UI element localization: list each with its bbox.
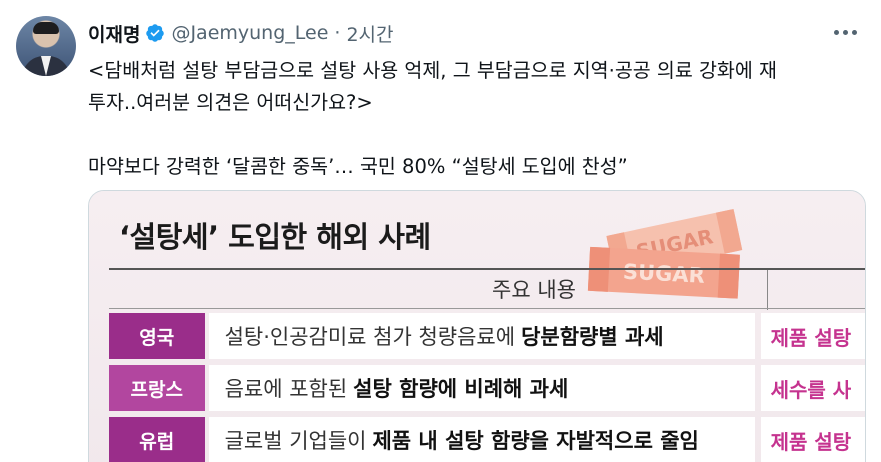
country-cell: 영국 [109, 313, 205, 359]
tweet-text-line: 마약보다 강력한 ‘달콤한 중독’… 국민 80% “설탕세 도입에 찬성” [88, 155, 628, 178]
tweet-text-line: 투자..여러분 의견은 어떠신가요?> [88, 91, 373, 114]
description-emphasis: 당분함량별 과세 [521, 325, 664, 349]
country-cell: 유럽 [109, 417, 205, 462]
more-options-icon[interactable] [825, 18, 865, 46]
description-text: 글로벌 기업들이 [224, 429, 367, 453]
avatar-hair [33, 22, 59, 34]
verified-badge-icon [146, 24, 165, 42]
table-row: 유럽 글로벌 기업들이 제품 내 설탕 함량을 자발적으로 줄임 제품 설탕 [109, 417, 865, 462]
description-emphasis: 설탕 함량에 비례해 과세 [353, 377, 569, 401]
description-cell: 글로벌 기업들이 제품 내 설탕 함량을 자발적으로 줄임 [208, 417, 755, 462]
infographic-image: ‘설탕세’ 도입한 해외 사례 SUGAR SUGAR 주요 내용 영국 설탕·… [89, 191, 865, 462]
table-row: 영국 설탕·인공감미료 첨가 청량음료에 당분함량별 과세 제품 설탕 [109, 313, 865, 359]
header-separator: · [334, 22, 341, 44]
column-divider [767, 270, 768, 310]
author-name[interactable]: 이재명 [88, 20, 140, 47]
tweet-timestamp[interactable]: 2시간 [346, 20, 393, 47]
table-top-rule [109, 268, 865, 270]
more-dot [833, 29, 839, 35]
column-header: 주요 내용 [492, 278, 576, 302]
author-avatar[interactable] [16, 16, 76, 76]
result-cell: 제품 설탕 [760, 313, 865, 359]
more-dot [842, 29, 848, 35]
description-cell: 설탕·인공감미료 첨가 청량음료에 당분함량별 과세 [208, 313, 755, 359]
table-row: 프랑스 음료에 포함된 설탕 함량에 비례해 과세 세수를 사 [109, 365, 865, 411]
infographic-title: ‘설탕세’ 도입한 해외 사례 [119, 220, 431, 254]
author-handle[interactable]: @Jaemyung_Lee [171, 22, 328, 44]
description-cell: 음료에 포함된 설탕 함량에 비례해 과세 [208, 365, 755, 411]
country-cell: 프랑스 [109, 365, 205, 411]
tweet-text: <담배처럼 설탕 부담금으로 설탕 사용 억제, 그 부담금으로 지역·공공 의… [88, 55, 870, 183]
tweet-text-line: <담배처럼 설탕 부담금으로 설탕 사용 억제, 그 부담금으로 지역·공공 의… [88, 59, 777, 82]
description-emphasis: 제품 내 설탕 함량을 자발적으로 줄임 [372, 429, 699, 453]
more-dot [851, 29, 857, 35]
tweet-media-card[interactable]: ‘설탕세’ 도입한 해외 사례 SUGAR SUGAR 주요 내용 영국 설탕·… [88, 190, 866, 462]
header-rule [109, 308, 865, 309]
description-text: 설탕·인공감미료 첨가 청량음료에 [224, 325, 516, 349]
tweet-header: 이재명 @Jaemyung_Lee · 2시간 [88, 18, 394, 48]
description-text: 음료에 포함된 [224, 377, 348, 401]
result-cell: 세수를 사 [760, 365, 865, 411]
result-cell: 제품 설탕 [760, 417, 865, 462]
